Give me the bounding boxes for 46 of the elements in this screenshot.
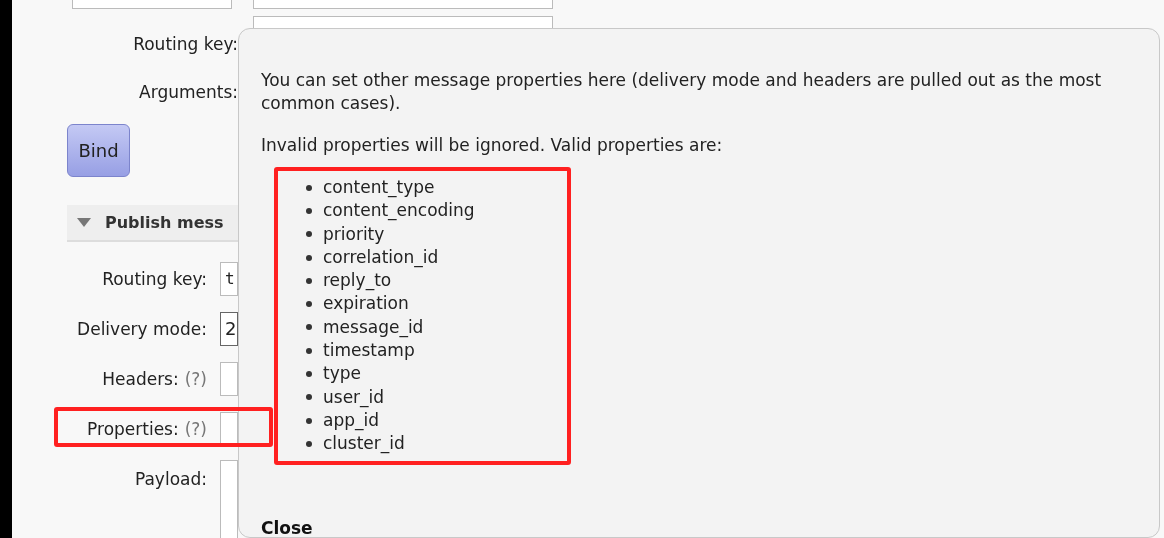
bullet-icon xyxy=(306,371,312,377)
help-text: Invalid properties will be ignored. Valid properties are: xyxy=(261,134,724,157)
bullet-icon xyxy=(306,231,312,238)
input-field[interactable] xyxy=(220,412,238,446)
section-header[interactable]: Publish mess xyxy=(67,205,238,242)
property-name: correlation_id xyxy=(323,245,439,270)
property-name: timestamp xyxy=(323,339,415,363)
bullet-icon xyxy=(306,417,312,424)
field-label: Properties: xyxy=(87,419,179,439)
field-label: Routing key: xyxy=(132,34,238,54)
bullet-icon xyxy=(306,184,312,191)
property-name: type xyxy=(323,362,361,386)
property-name: cluster_id xyxy=(323,432,405,456)
bullet-icon xyxy=(306,301,312,308)
input-field[interactable] xyxy=(220,362,238,396)
property-name: expiration xyxy=(323,292,409,316)
field-label: Arguments: xyxy=(138,82,238,102)
property-name: reply_to xyxy=(323,269,392,293)
field-label: Headers: xyxy=(102,369,179,389)
bullet-icon xyxy=(306,394,312,401)
close-link[interactable]: Close xyxy=(261,517,313,538)
bind-button[interactable]: Bind xyxy=(67,124,130,177)
input-field[interactable] xyxy=(253,0,553,9)
bullet-icon xyxy=(306,277,312,284)
property-name: content_encoding xyxy=(323,199,475,223)
bullet-icon xyxy=(306,440,312,447)
section-title: Publish mess xyxy=(105,213,224,232)
help-link[interactable]: (?) xyxy=(184,369,207,389)
property-name: user_id xyxy=(323,385,385,409)
property-name: app_id xyxy=(323,408,379,433)
bullet-icon xyxy=(306,254,312,261)
field-label: Routing key: xyxy=(102,269,207,289)
field-label: Payload: xyxy=(134,469,207,489)
property-name: content_type xyxy=(323,176,435,200)
bullet-icon xyxy=(306,324,312,331)
property-name: message_id xyxy=(323,315,424,340)
help-link[interactable]: (?) xyxy=(184,419,207,439)
select-field[interactable]: 2 xyxy=(220,312,238,346)
help-text: You can set other message properties here (delivery mode and headers are pulled out as the most common cases). xyxy=(261,69,1103,115)
bullet-icon xyxy=(306,347,312,354)
input-field[interactable] xyxy=(72,0,232,9)
field-label: Delivery mode: xyxy=(77,319,207,339)
bullet-icon xyxy=(306,207,312,214)
property-name: priority xyxy=(323,222,385,246)
input-field[interactable]: t xyxy=(220,262,238,296)
caret-down-icon[interactable] xyxy=(77,217,91,228)
